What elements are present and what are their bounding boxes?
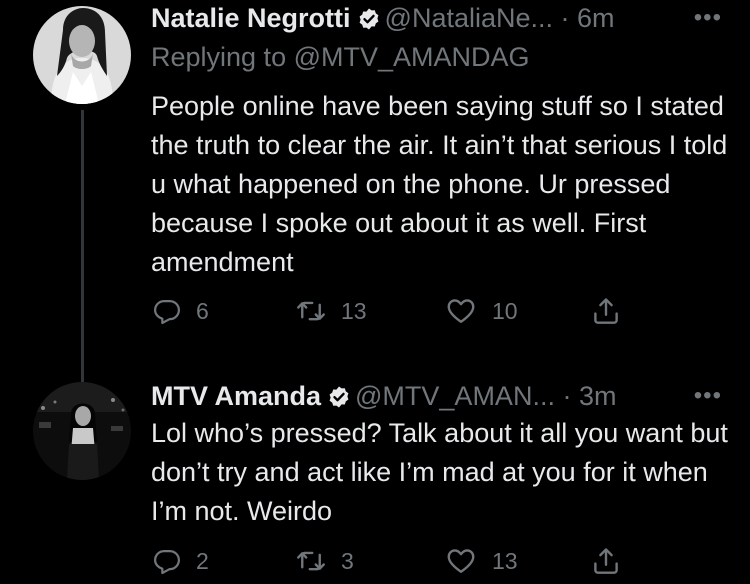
reply-count: 6 (196, 297, 209, 324)
timestamp[interactable]: · 6m (561, 3, 615, 33)
like-count: 13 (492, 547, 518, 574)
display-name[interactable]: Natalie Negrotti (151, 3, 351, 33)
tweet-header: MTV Amanda @MTV_AMAN... · 3m ••• (151, 379, 730, 417)
heart-icon (445, 296, 477, 326)
share-icon (591, 295, 621, 327)
handle[interactable]: @NataliaNe... (385, 3, 553, 33)
more-options-icon[interactable]: ••• (694, 1, 722, 35)
display-name[interactable]: MTV Amanda (151, 381, 321, 411)
handle[interactable]: @MTV_AMAN... (355, 381, 555, 411)
tweet-text: People online have been saying stuff so … (151, 91, 728, 277)
more-options-icon[interactable]: ••• (694, 379, 722, 413)
share-icon (591, 545, 621, 577)
timestamp[interactable]: · 3m (562, 381, 616, 411)
action-bar: 6 13 10 (151, 291, 651, 331)
like-button[interactable]: 10 (445, 291, 518, 331)
heart-icon (445, 546, 477, 576)
tweet-header: Natalie Negrotti @NataliaNe... · 6m ••• (151, 1, 730, 39)
retweet-button[interactable]: 13 (296, 291, 367, 331)
retweet-button[interactable]: 3 (296, 541, 354, 581)
retweet-icon (296, 296, 326, 326)
like-count: 10 (492, 297, 518, 324)
share-button[interactable] (591, 291, 621, 331)
avatar-amanda[interactable] (33, 382, 131, 480)
replying-to[interactable]: Replying to @MTV_AMANDAG (151, 40, 530, 74)
like-button[interactable]: 13 (445, 541, 518, 581)
avatar-natalie[interactable] (33, 6, 131, 104)
action-bar: 2 3 13 (151, 541, 651, 581)
reply-icon (153, 547, 181, 575)
reply-button[interactable]: 2 (153, 541, 209, 581)
retweet-icon (296, 546, 326, 576)
verified-badge-icon (357, 5, 381, 39)
tweet-text: Lol who’s pressed? Talk about it all you… (151, 418, 728, 526)
share-button[interactable] (591, 541, 621, 581)
reply-icon (153, 297, 181, 325)
verified-badge-icon (327, 383, 351, 417)
reply-count: 2 (196, 547, 209, 574)
thread-line (81, 110, 84, 387)
retweet-count: 3 (341, 547, 354, 574)
retweet-count: 13 (341, 297, 367, 324)
reply-button[interactable]: 6 (153, 291, 209, 331)
tweet-natalie[interactable]: Natalie Negrotti @NataliaNe... · 6m ••• R… (0, 0, 750, 387)
